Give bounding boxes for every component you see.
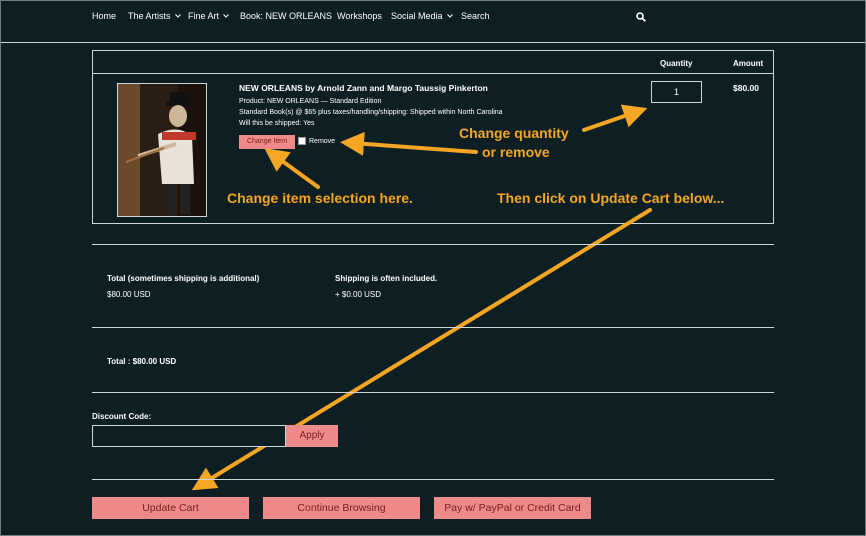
arrow-to-quantity — [582, 104, 648, 132]
subtotal-label: Total (sometimes shipping is additional) — [107, 274, 260, 283]
arrow-to-change-item — [264, 147, 320, 189]
continue-browsing-button[interactable]: Continue Browsing — [263, 497, 420, 519]
divider — [92, 479, 774, 480]
update-cart-button[interactable]: Update Cart — [92, 497, 249, 519]
discount-code-label: Discount Code: — [92, 412, 152, 421]
divider — [92, 244, 774, 245]
annotation-arrows — [191, 104, 652, 491]
apply-button[interactable]: Apply — [286, 425, 338, 447]
divider — [92, 327, 774, 328]
subtotal-value: $80.00 USD — [107, 290, 151, 299]
divider — [92, 392, 774, 393]
pay-paypal-button[interactable]: Pay w/ PayPal or Credit Card — [434, 497, 591, 519]
arrow-to-remove — [340, 131, 478, 156]
grand-total: Total : $80.00 USD — [107, 357, 177, 366]
shipping-label: Shipping is often included. — [335, 274, 438, 283]
discount-code-input[interactable] — [92, 425, 286, 447]
shipping-value: + $0.00 USD — [335, 290, 382, 299]
